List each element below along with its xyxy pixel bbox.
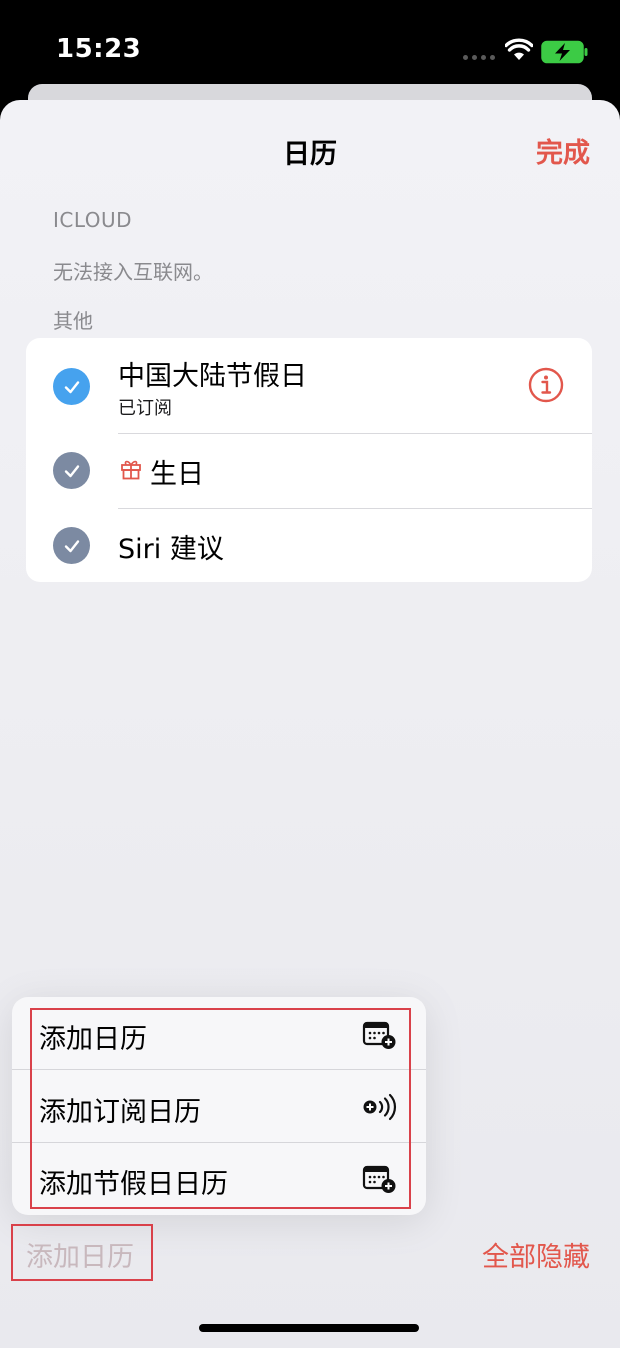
- checkmark-icon[interactable]: [53, 527, 90, 564]
- calendar-name: Siri 建议: [118, 534, 224, 565]
- signal-icon: [463, 55, 495, 61]
- wifi-icon: [505, 38, 533, 60]
- calendar-subtitle: 已订阅: [118, 398, 172, 419]
- battery-charging-icon: [541, 40, 588, 64]
- other-section-header: 其他: [53, 309, 93, 333]
- gift-icon: [121, 460, 141, 480]
- icloud-offline-message: 无法接入互联网。: [53, 260, 213, 284]
- page-title: 日历: [283, 139, 337, 170]
- calendar-name: 生日: [150, 459, 204, 490]
- calendar-row-holidays[interactable]: 中国大陆节假日 已订阅: [26, 338, 592, 434]
- highlight-box-menu: [30, 1008, 411, 1209]
- info-icon[interactable]: [528, 367, 564, 403]
- done-button[interactable]: 完成: [536, 131, 590, 170]
- checkmark-icon[interactable]: [53, 368, 90, 405]
- checkmark-icon[interactable]: [53, 452, 90, 489]
- calendar-name: 中国大陆节假日: [118, 361, 307, 392]
- highlight-box-add-button: [11, 1224, 153, 1281]
- icloud-section-header: ICLOUD: [53, 208, 133, 232]
- calendar-list: 中国大陆节假日 已订阅 生日 Siri 建议: [26, 338, 592, 582]
- home-indicator: [199, 1324, 419, 1332]
- hide-all-button[interactable]: 全部隐藏: [482, 1235, 590, 1274]
- calendar-row-birthdays[interactable]: 生日: [26, 434, 592, 508]
- status-time: 15:23: [56, 34, 142, 64]
- calendar-row-siri-suggestions[interactable]: Siri 建议: [26, 509, 592, 582]
